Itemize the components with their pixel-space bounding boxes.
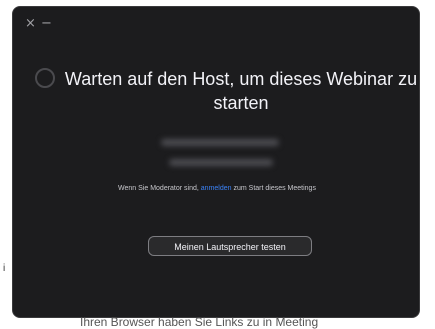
background-page-text: Ihren Browser haben Sie Links zu in Meet…	[80, 315, 319, 329]
zoom-waiting-window: × − Warten auf den Host, um dieses Webin…	[12, 6, 420, 318]
blurred-meeting-info-line	[169, 159, 273, 166]
moderator-notice: Wenn Sie Moderator sind, anmelden zum St…	[13, 184, 419, 194]
background-page-text: i	[3, 263, 6, 274]
test-speaker-button[interactable]: Meinen Lautsprecher testen	[148, 236, 312, 256]
moderator-notice-suffix: zum Start dieses Meetings	[231, 185, 316, 192]
waiting-title: Warten auf den Host, um dieses Webinar z…	[64, 69, 418, 113]
loading-spinner-icon	[35, 68, 55, 88]
blurred-meeting-info-line	[161, 139, 279, 146]
minimize-icon[interactable]: −	[41, 17, 52, 31]
moderator-notice-prefix: Wenn Sie Moderator sind,	[118, 185, 201, 192]
sign-in-link[interactable]: anmelden	[201, 185, 232, 192]
close-icon[interactable]: ×	[25, 17, 36, 31]
